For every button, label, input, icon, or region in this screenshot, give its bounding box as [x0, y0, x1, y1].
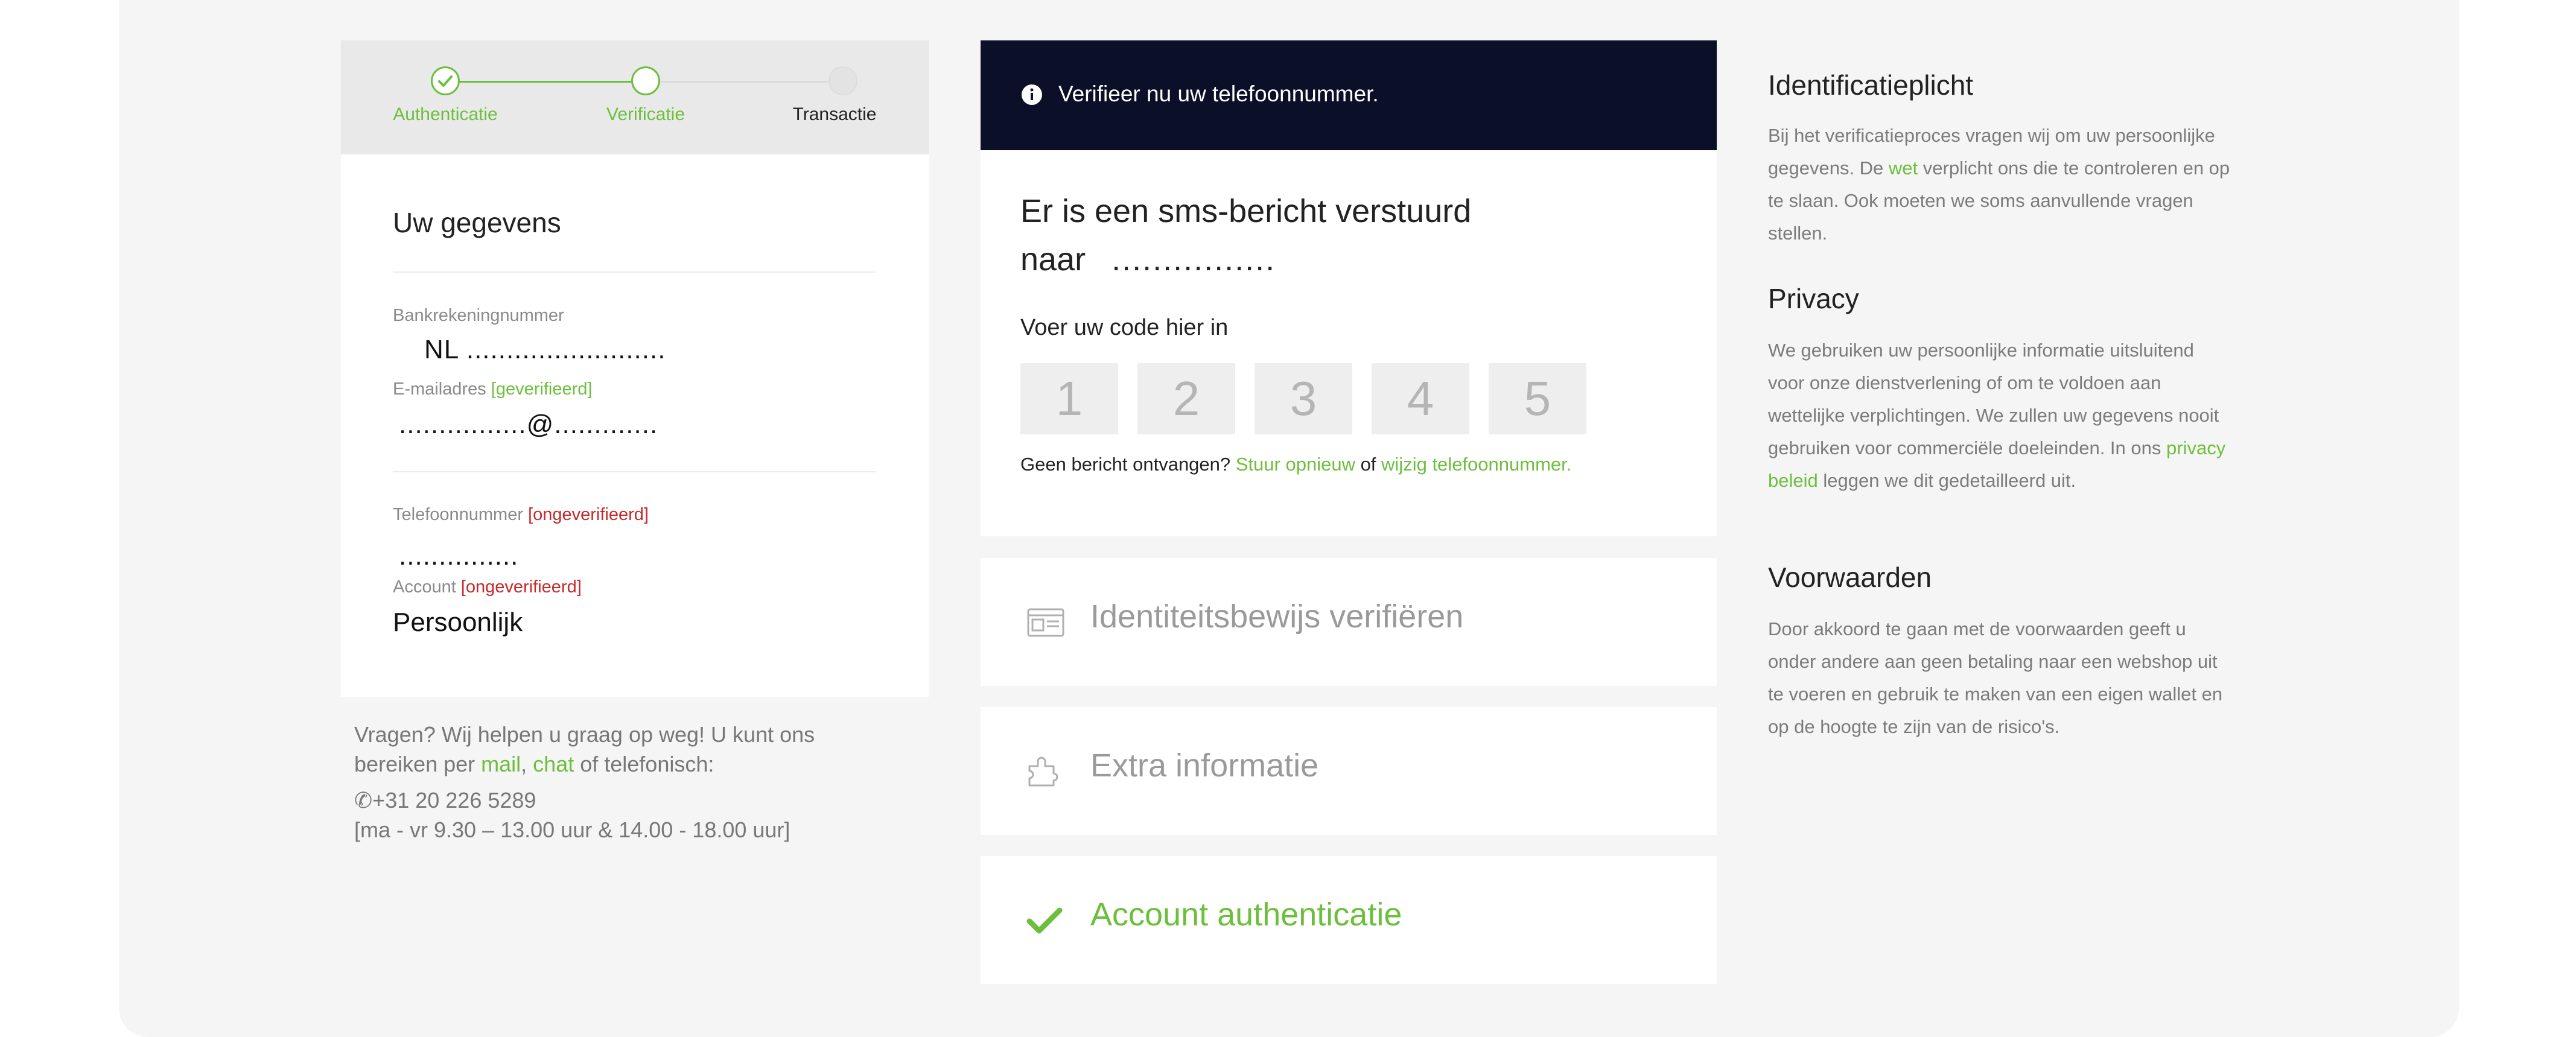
phone-label: Telefoonnummer: [393, 505, 523, 524]
terms-title: Voorwaarden: [1768, 562, 1932, 593]
help-phone-row: ✆+31 20 226 5289: [354, 785, 536, 815]
privacy-text-1: We gebruiken uw persoonlijke informatie …: [1768, 340, 2219, 458]
step-label-verificatie: Verificatie: [606, 104, 685, 124]
step-pending-circle-icon: [828, 66, 857, 95]
chat-link[interactable]: chat: [533, 752, 574, 776]
step-active-circle-icon: [631, 66, 660, 95]
details-divider-top: [393, 271, 876, 273]
checkmark-icon: [1026, 907, 1063, 934]
phone-label-row: Telefoonnummer [ongeverifieerd]: [393, 505, 649, 525]
code-label: Voer uw code hier in: [1020, 315, 1229, 340]
account-unverified-badge: [ongeverifieerd]: [460, 577, 582, 597]
phone-icon: ✆: [354, 788, 373, 813]
details-divider-middle: [393, 471, 876, 472]
step-label-authenticatie: Authenticatie: [393, 104, 498, 124]
section-identity-title: Identiteitsbewijs verifiëren: [1090, 598, 1464, 635]
progress-stepper: Authenticatie Verificatie Transactie: [341, 40, 929, 154]
resend-row: Geen bericht ontvangen? Stuur opnieuw of…: [1020, 454, 1571, 475]
account-label: Account: [393, 577, 456, 597]
help-hours: [ma - vr 9.30 – 13.00 uur & 14.00 - 18.0…: [354, 817, 790, 842]
email-verified-badge: [geverifieerd]: [491, 379, 593, 399]
bank-value: NL .........................: [424, 335, 666, 364]
code-input-3[interactable]: 3: [1255, 363, 1352, 434]
stepper-line-done: [445, 81, 646, 83]
puzzle-icon: [1028, 756, 1058, 787]
sms-masked-number: ................: [1111, 241, 1276, 277]
phone-value: ...............: [399, 541, 519, 571]
account-label-row: Account [ongeverifieerd]: [393, 577, 582, 597]
help-separator: ,: [521, 752, 533, 776]
step-done-checkmark-icon: [431, 66, 460, 95]
help-line-2: bereiken per mail, chat of telefonisch:: [354, 749, 714, 779]
account-value: Persoonlijk: [393, 607, 523, 637]
help-line-2-suffix: of telefonisch:: [574, 752, 714, 776]
privacy-title: Privacy: [1768, 283, 1859, 314]
privacy-text: We gebruiken uw persoonlijke informatie …: [1768, 334, 2233, 497]
resend-link[interactable]: Stuur opnieuw: [1236, 454, 1355, 475]
identification-title: Identificatieplicht: [1768, 69, 1974, 101]
help-phone-number[interactable]: +31 20 226 5289: [372, 788, 536, 813]
code-input-4[interactable]: 4: [1372, 363, 1469, 434]
identification-text: Bij het verificatieproces vragen wij om …: [1768, 119, 2233, 250]
phone-unverified-badge: [ongeverifieerd]: [528, 505, 649, 524]
resend-prefix: Geen bericht ontvangen?: [1020, 454, 1236, 475]
section-account-auth[interactable]: Account authenticatie: [981, 856, 1717, 984]
terms-text: Door akkoord te gaan met de voorwaarden …: [1768, 618, 2223, 737]
stepper-line-pending: [646, 81, 843, 83]
bank-label: Bankrekeningnummer: [393, 306, 564, 325]
section-identity[interactable]: Identiteitsbewijs verifiëren: [981, 558, 1717, 686]
section-account-auth-title: Account authenticatie: [1090, 896, 1402, 933]
email-value: ................@.............: [399, 410, 658, 439]
sms-sent-naar: naar: [1020, 241, 1086, 277]
mail-link[interactable]: mail: [481, 752, 521, 776]
section-extra-info[interactable]: Extra informatie: [981, 707, 1717, 835]
sms-sent-line-2: naar ................: [1020, 241, 1276, 278]
sms-sent-line-1: Er is een sms-bericht verstuurd: [1020, 193, 1472, 229]
info-icon: [1022, 84, 1042, 105]
step-label-transactie: Transactie: [792, 104, 877, 124]
verify-phone-banner: Verifieer nu uw telefoonnummer.: [981, 40, 1717, 150]
verify-banner-text: Verifieer nu uw telefoonnummer.: [1058, 81, 1379, 106]
privacy-text-2: leggen we dit gedetailleerd uit.: [1818, 470, 2076, 491]
email-label-row: E-mailadres [geverifieerd]: [393, 379, 592, 399]
id-card-icon: [1027, 608, 1064, 637]
verify-panel: Er is een sms-bericht verstuurd naar ...…: [981, 150, 1717, 536]
code-input-2[interactable]: 2: [1137, 363, 1235, 434]
email-label: E-mailadres: [393, 379, 486, 399]
code-input-5[interactable]: 5: [1489, 363, 1586, 434]
change-phone-link[interactable]: wijzig telefoonnummer.: [1381, 454, 1571, 475]
resend-mid: of: [1355, 454, 1382, 475]
help-line-1: Vragen? Wij helpen u graag op weg! U kun…: [354, 722, 815, 747]
section-extra-info-title: Extra informatie: [1090, 747, 1319, 784]
law-link[interactable]: wet: [1889, 157, 1918, 179]
code-input-1[interactable]: 1: [1020, 363, 1118, 434]
help-line-2-prefix: bereiken per: [354, 752, 482, 776]
details-title: Uw gegevens: [393, 207, 561, 238]
